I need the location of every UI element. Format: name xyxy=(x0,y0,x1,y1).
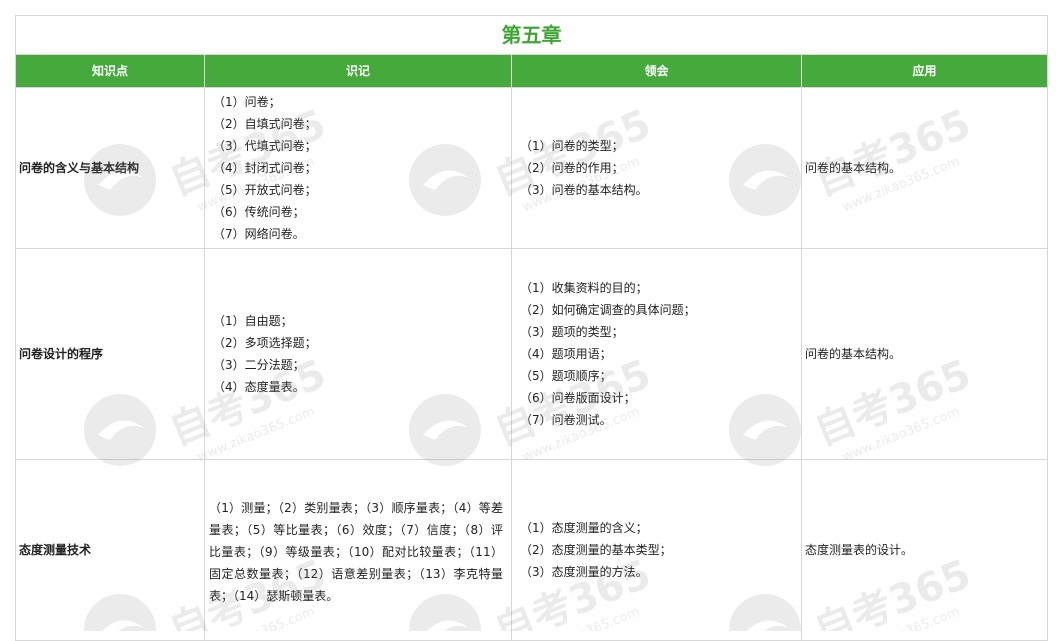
list-item: （5）开放式问卷； xyxy=(213,183,317,197)
header-apply: 应用 xyxy=(801,54,1048,88)
apply-cell: 问卷的基本结构。 xyxy=(801,87,1048,249)
header-understand: 领会 xyxy=(511,54,802,88)
list-item: （5）题项顺序； xyxy=(520,369,612,383)
list-item: （2）多项选择题； xyxy=(213,336,317,350)
list-item: （2）如何确定调查的具体问题； xyxy=(520,303,696,317)
remember-cell: （1）自由题； （2）多项选择题； （3）二分法题； （4）态度量表。 xyxy=(204,248,512,460)
apply-cell: 态度测量表的设计。 xyxy=(801,459,1048,641)
table-row: 问卷的含义与基本结构 （1）问卷； （2）自填式问卷； （3）代填式问卷； （4… xyxy=(15,87,1048,249)
list-item: （6）传统问卷； xyxy=(213,205,305,219)
list-item: （7）网络问卷。 xyxy=(213,227,305,241)
apply-cell: 问卷的基本结构。 xyxy=(801,248,1048,460)
topic-cell: 态度测量技术 xyxy=(15,459,205,641)
remember-cell: （1）问卷； （2）自填式问卷； （3）代填式问卷； （4）封闭式问卷； （5）… xyxy=(204,87,512,249)
list-item: （1）态度测量的含义； xyxy=(520,521,648,535)
list-item: （3）题项的类型； xyxy=(520,325,624,339)
list-item: （1）自由题； xyxy=(213,314,293,328)
remember-cell: （1）测量；（2）类别量表；（3）顺序量表；（4）等差量表；（5）等比量表；（6… xyxy=(204,459,512,641)
list-item: （4）态度量表。 xyxy=(213,380,305,394)
table-row: 问卷设计的程序 （1）自由题； （2）多项选择题； （3）二分法题； （4）态度… xyxy=(15,248,1048,460)
list-item: （3）代填式问卷； xyxy=(213,139,317,153)
list-item: （3）二分法题； xyxy=(213,358,305,372)
list-item: （4）题项用语； xyxy=(520,347,612,361)
understand-cell: （1）问卷的类型； （2）问卷的作用； （3）问卷的基本结构。 xyxy=(511,87,802,249)
understand-cell: （1）收集资料的目的； （2）如何确定调查的具体问题； （3）题项的类型； （4… xyxy=(511,248,802,460)
list-item: （1）问卷的类型； xyxy=(520,139,624,153)
understand-cell: （1）态度测量的含义； （2）态度测量的基本类型； （3）态度测量的方法。 xyxy=(511,459,802,641)
topic-cell: 问卷设计的程序 xyxy=(15,248,205,460)
list-item: （3）态度测量的方法。 xyxy=(520,565,648,579)
topic-cell: 问卷的含义与基本结构 xyxy=(15,87,205,249)
list-item: （1）收集资料的目的； xyxy=(520,281,648,295)
list-item: （1）问卷； xyxy=(213,95,281,109)
list-item: （4）封闭式问卷； xyxy=(213,161,317,175)
chapter-title: 第五章 xyxy=(15,15,1048,55)
list-item: （6）问卷版面设计； xyxy=(520,391,636,405)
header-remember: 识记 xyxy=(204,54,512,88)
header-row: 知识点 识记 领会 应用 xyxy=(15,54,1048,88)
list-item: （2）自填式问卷； xyxy=(213,117,317,131)
table-row: 态度测量技术 （1）测量；（2）类别量表；（3）顺序量表；（4）等差量表；（5）… xyxy=(15,459,1048,641)
list-item: （2）态度测量的基本类型； xyxy=(520,543,672,557)
list-item: （3）问卷的基本结构。 xyxy=(520,183,648,197)
outline-table: 第五章 知识点 识记 领会 应用 问卷的含义与基本结构 （1）问卷； （2）自填… xyxy=(15,15,1048,641)
list-item: （7）问卷测试。 xyxy=(520,413,612,427)
header-topic: 知识点 xyxy=(15,54,205,88)
list-item: （2）问卷的作用； xyxy=(520,161,624,175)
chapter-outline: 第五章 知识点 识记 领会 应用 问卷的含义与基本结构 （1）问卷； （2）自填… xyxy=(15,15,1048,641)
